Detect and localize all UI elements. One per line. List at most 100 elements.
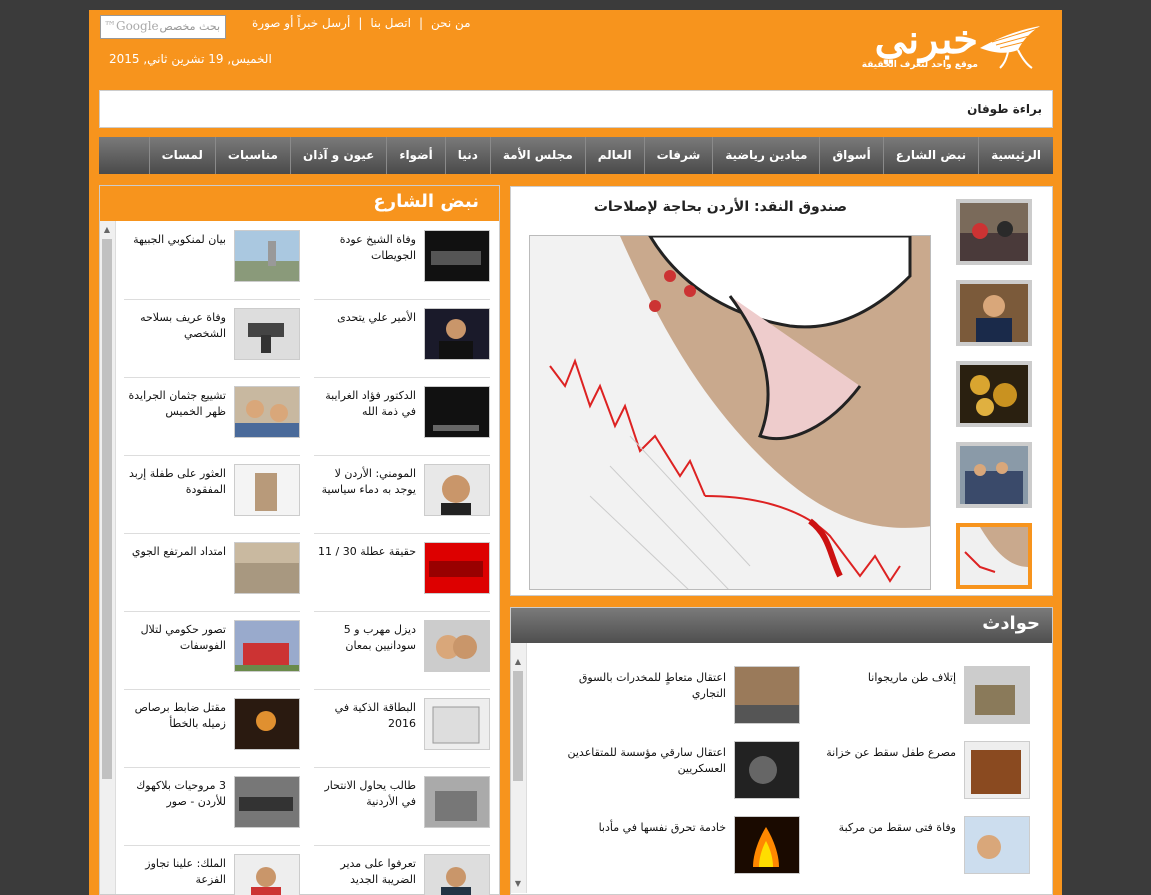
- item-thumb: [234, 698, 300, 750]
- item-thumb: [424, 308, 490, 360]
- main-nav: الرئيسية نبض الشارع أسواق ميادين رياضية …: [99, 137, 1053, 174]
- scroll-up-icon[interactable]: ▲: [511, 655, 525, 669]
- list-item[interactable]: البطاقة الذكية في 2016: [314, 692, 490, 768]
- featured-thumb[interactable]: [956, 442, 1032, 508]
- item-thumb: [964, 816, 1030, 874]
- nav-item[interactable]: أسواق: [819, 137, 882, 174]
- list-item[interactable]: امتداد المرتفع الجوي: [124, 536, 300, 612]
- list-item[interactable]: خادمة تحرق نفسها في مأدبا: [560, 816, 800, 882]
- list-item[interactable]: تعرفوا على مدير الضريبة الجديد: [314, 848, 490, 895]
- list-item[interactable]: اعتقال متعاطٍ للمخدرات بالسوق التجاري: [560, 666, 800, 732]
- bird-logo-icon: [980, 26, 1040, 69]
- item-thumb: [234, 854, 300, 895]
- item-thumb: [734, 816, 800, 874]
- header: خبرني موقع واحد لتعرف الحقيقة من نحن|اتص…: [89, 10, 1062, 90]
- nav-item[interactable]: عيون و آذان: [290, 137, 386, 174]
- current-date: الخميس, 19 تشرين ثاني, 2015: [109, 52, 272, 66]
- item-thumb: [734, 741, 800, 799]
- scroll-down-icon[interactable]: ▼: [511, 877, 525, 891]
- list-item[interactable]: اعتقال سارقي مؤسسة للمتقاعدين العسكريين: [560, 741, 800, 807]
- nav-item[interactable]: شرفات: [643, 137, 713, 174]
- item-thumb: [964, 741, 1030, 799]
- item-thumb: [424, 230, 490, 282]
- nav-item[interactable]: الرئيسية: [978, 137, 1053, 174]
- featured-thumb[interactable]: [956, 199, 1032, 265]
- item-thumb: [234, 230, 300, 282]
- cartoon-image: [530, 236, 930, 589]
- list-item[interactable]: ديزل مهرب و 5 سودانيين بمعان: [314, 614, 490, 690]
- item-thumb: [234, 542, 300, 594]
- search-placeholder: بحث مخصص: [159, 20, 220, 33]
- nav-item[interactable]: دنيا: [444, 137, 490, 174]
- list-item[interactable]: تشييع جثمان الجرايدة ظهر الخميس: [124, 380, 300, 456]
- logo-text: خبرني: [874, 16, 978, 63]
- street-scrollbar[interactable]: ▲: [100, 221, 116, 894]
- list-item[interactable]: إتلاف طن ماريجوانا: [790, 666, 1030, 732]
- news-ticker[interactable]: براءة طوفان: [99, 90, 1053, 128]
- contact-link[interactable]: اتصل بنا: [362, 16, 419, 30]
- list-item[interactable]: حقيقة عطلة 30 / 11: [314, 536, 490, 612]
- site-logo[interactable]: خبرني موقع واحد لتعرف الحقيقة: [798, 16, 1048, 78]
- google-brand: Google™: [104, 19, 159, 33]
- accidents-panel: حوادث ▲ ▼ إتلاف طن ماريجوانا اعتقال متعا…: [510, 607, 1053, 895]
- cartoon-thumb-icon: [960, 527, 1028, 585]
- top-links: من نحن|اتصل بنا|أرسل خبراً أو صورة: [244, 16, 479, 30]
- item-thumb: [234, 464, 300, 516]
- nav-item[interactable]: العالم: [584, 137, 644, 174]
- item-thumb: [424, 386, 490, 438]
- send-news-link[interactable]: أرسل خبراً أو صورة: [244, 16, 358, 30]
- list-item[interactable]: الدكتور فؤاد الغرايبة في ذمة الله: [314, 380, 490, 456]
- list-item[interactable]: طالب يحاول الانتحار في الأردنية: [314, 770, 490, 846]
- scroll-up-icon[interactable]: ▲: [100, 223, 114, 237]
- list-item[interactable]: المومني: الأردن لا يوجد به دماء سياسية: [314, 458, 490, 534]
- street-title: نبض الشارع: [100, 186, 499, 221]
- item-thumb: [234, 386, 300, 438]
- item-thumb: [964, 666, 1030, 724]
- nav-item[interactable]: لمسات: [148, 137, 215, 174]
- news-photo-icon: [960, 203, 1028, 261]
- scroll-thumb[interactable]: [102, 239, 112, 779]
- list-item[interactable]: وفاة فتى سقط من مركبة: [790, 816, 1030, 882]
- list-item[interactable]: الأمير علي يتحدى: [314, 302, 490, 378]
- item-thumb: [424, 464, 490, 516]
- list-item[interactable]: تصور حكومي لتلال الفوسفات: [124, 614, 300, 690]
- nav-item[interactable]: مناسبات: [214, 137, 290, 174]
- item-thumb: [234, 620, 300, 672]
- nav-item[interactable]: أضواء: [386, 137, 444, 174]
- portrait-photo-icon: [960, 284, 1028, 342]
- list-item[interactable]: وفاة عريف بسلاحه الشخصي: [124, 302, 300, 378]
- list-item[interactable]: مقتل ضابط برصاص زميله بالخطأ: [124, 692, 300, 768]
- list-item[interactable]: مصرع طفل سقط عن خزانة: [790, 741, 1030, 807]
- crowd-photo-icon: [960, 446, 1028, 504]
- list-item[interactable]: بيان لمنكوبي الجبيهة: [124, 224, 300, 300]
- item-thumb: [424, 776, 490, 828]
- item-thumb: [424, 542, 490, 594]
- featured-panel: صندوق النقد: الأردن بحاجة لإصلاحات: [510, 186, 1053, 596]
- featured-thumb-active[interactable]: [956, 523, 1032, 589]
- page: خبرني موقع واحد لتعرف الحقيقة من نحن|اتص…: [89, 10, 1062, 895]
- item-thumb: [424, 620, 490, 672]
- list-item[interactable]: العثور على طفلة إربد المفقودة: [124, 458, 300, 534]
- accidents-title: حوادث: [511, 608, 1052, 643]
- item-thumb: [734, 666, 800, 724]
- list-item[interactable]: الملك: علينا تجاوز الفزعة: [124, 848, 300, 895]
- list-item[interactable]: وفاة الشيخ عودة الجويطات: [314, 224, 490, 300]
- featured-headline[interactable]: صندوق النقد: الأردن بحاجة لإصلاحات: [594, 199, 847, 215]
- logo-tagline: موقع واحد لتعرف الحقيقة: [861, 60, 978, 70]
- item-thumb: [424, 698, 490, 750]
- search-input[interactable]: Google™ بحث مخصص: [100, 15, 226, 39]
- nav-item[interactable]: مجلس الأمة: [489, 137, 585, 174]
- item-thumb: [234, 308, 300, 360]
- featured-thumb[interactable]: [956, 361, 1032, 427]
- gold-photo-icon: [960, 365, 1028, 423]
- item-thumb: [234, 776, 300, 828]
- featured-image[interactable]: [529, 235, 931, 590]
- about-link[interactable]: من نحن: [423, 16, 479, 30]
- nav-item[interactable]: ميادين رياضية: [712, 137, 819, 174]
- scroll-thumb[interactable]: [513, 671, 523, 781]
- nav-item[interactable]: نبض الشارع: [882, 137, 978, 174]
- featured-thumb[interactable]: [956, 280, 1032, 346]
- list-item[interactable]: 3 مروحيات بلاكهوك للأردن - صور: [124, 770, 300, 846]
- item-thumb: [424, 854, 490, 895]
- accidents-scrollbar[interactable]: ▲ ▼: [511, 643, 527, 893]
